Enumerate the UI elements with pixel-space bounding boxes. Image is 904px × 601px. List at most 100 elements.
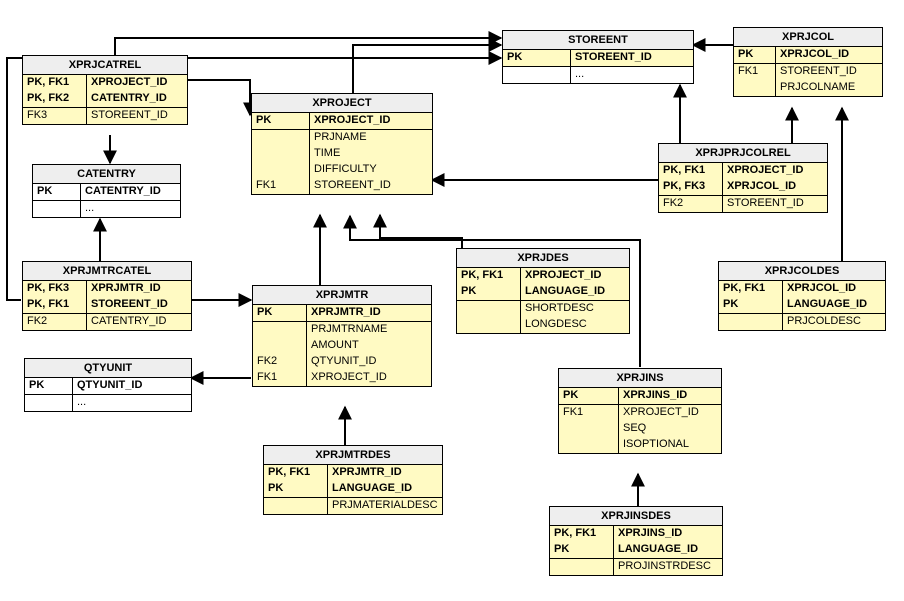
key-col: PK	[264, 481, 328, 497]
field-col: LONGDESC	[521, 317, 629, 333]
field-col: SHORTDESC	[521, 301, 629, 317]
key-col: PK, FK2	[23, 91, 87, 107]
key-col	[719, 314, 783, 330]
field-col: PRJCOLDESC	[783, 314, 885, 330]
key-col: PK	[550, 542, 614, 558]
field-col: XPROJECT_ID	[619, 405, 721, 421]
entity-row: PK, FK1XPRJCOL_ID	[719, 281, 885, 297]
entity-title: STOREENT	[503, 31, 693, 50]
entity-row: FK2STOREENT_ID	[659, 196, 827, 212]
entity-row: PK, FK1STOREENT_ID	[23, 297, 191, 313]
entity-row: FK1XPROJECT_ID	[559, 405, 721, 421]
entity-title: CATENTRY	[33, 165, 180, 184]
entity-row: DIFFICULTY	[252, 162, 432, 178]
key-col: PK	[457, 284, 521, 300]
key-col: PK, FK1	[23, 297, 87, 313]
connector-xprjcatrel-to-xproject	[187, 80, 250, 115]
entity-row: PK, FK1XPRJINS_ID	[550, 526, 722, 542]
key-col: PK	[719, 297, 783, 313]
key-col	[253, 322, 307, 338]
entity-xprjmtr: XPRJMTRPKXPRJMTR_IDPRJMTRNAMEAMOUNTFK2QT…	[252, 285, 432, 387]
field-col: XPROJECT_ID	[310, 113, 432, 129]
key-col: PK	[33, 184, 81, 200]
key-col: PK	[25, 378, 73, 394]
field-col: LANGUAGE_ID	[783, 297, 885, 313]
entity-title: XPRJMTR	[253, 286, 431, 305]
field-col: PRJNAME	[310, 130, 432, 146]
entity-title: XPRJPRJCOLREL	[659, 144, 827, 163]
entity-row: ...	[33, 201, 180, 217]
entity-xprjmtrdes: XPRJMTRDESPK, FK1XPRJMTR_IDPKLANGUAGE_ID…	[263, 445, 443, 515]
field-col: QTYUNIT_ID	[73, 378, 191, 394]
entity-title: XPRJCATREL	[23, 56, 187, 75]
entity-row: FK1STOREENT_ID	[252, 178, 432, 194]
field-col: PROJINSTRDESC	[614, 559, 722, 575]
field-col: XPRJCOL_ID	[723, 179, 827, 195]
key-col	[559, 437, 619, 453]
entity-catentry: CATENTRYPKCATENTRY_ID...	[32, 164, 181, 218]
entity-title: XPRJCOLDES	[719, 262, 885, 281]
field-col: PRJCOLNAME	[776, 80, 882, 96]
field-col: CATENTRY_ID	[81, 184, 180, 200]
entity-row: PKLANGUAGE_ID	[457, 284, 629, 300]
entity-row: PK, FK1XPROJECT_ID	[457, 268, 629, 284]
key-col: FK1	[252, 178, 310, 194]
entity-row: PROJINSTRDESC	[550, 559, 722, 575]
field-col: TIME	[310, 146, 432, 162]
entity-title: XPRJDES	[457, 249, 629, 268]
entity-row: FK1XPROJECT_ID	[253, 370, 431, 386]
entity-title: XPRJCOL	[734, 28, 882, 47]
entity-title: QTYUNIT	[25, 359, 191, 378]
connector-xprjdes-to-xproject	[380, 215, 462, 248]
entity-title: XPRJINS	[559, 369, 721, 388]
entity-row: PRJCOLNAME	[734, 80, 882, 96]
entity-row: PKXPRJMTR_ID	[253, 305, 431, 321]
field-col: XPRJCOL_ID	[783, 281, 885, 297]
entity-xprjmtrcatel: XPRJMTRCATELPK, FK3XPRJMTR_IDPK, FK1STOR…	[22, 261, 192, 331]
key-col: PK, FK1	[264, 465, 328, 481]
field-col: XPROJECT_ID	[723, 163, 827, 179]
entity-row: PKXPROJECT_ID	[252, 113, 432, 129]
key-col: PK, FK3	[23, 281, 87, 297]
key-col: PK, FK1	[719, 281, 783, 297]
entity-row: FK1STOREENT_ID	[734, 64, 882, 80]
entity-xprjins: XPRJINSPKXPRJINS_IDFK1XPROJECT_IDSEQISOP…	[558, 368, 722, 454]
key-col	[457, 301, 521, 317]
key-col: PK	[503, 50, 571, 66]
entity-row: SHORTDESC	[457, 301, 629, 317]
key-col: PK	[252, 113, 310, 129]
entity-row: PRJMATERIALDESC	[264, 498, 442, 514]
key-col: FK3	[23, 108, 87, 124]
field-col: XPROJECT_ID	[307, 370, 431, 386]
field-col: CATENTRY_ID	[87, 91, 187, 107]
key-col	[33, 201, 81, 217]
key-col	[457, 317, 521, 333]
field-col: XPRJCOL_ID	[776, 47, 882, 63]
field-col: QTYUNIT_ID	[307, 354, 431, 370]
key-col: FK1	[253, 370, 307, 386]
entity-row: AMOUNT	[253, 338, 431, 354]
entity-qtyunit: QTYUNITPKQTYUNIT_ID...	[24, 358, 192, 412]
field-col: LANGUAGE_ID	[328, 481, 442, 497]
key-col: FK2	[23, 314, 87, 330]
entity-title: XPRJMTRDES	[264, 446, 442, 465]
field-col: PRJMATERIALDESC	[328, 498, 442, 514]
field-col: XPRJMTR_ID	[87, 281, 191, 297]
entity-row: SEQ	[559, 421, 721, 437]
field-col: XPROJECT_ID	[87, 75, 187, 91]
field-col: STOREENT_ID	[571, 50, 693, 66]
entity-xprjinsdes: XPRJINSDESPK, FK1XPRJINS_IDPKLANGUAGE_ID…	[549, 506, 723, 576]
field-col: STOREENT_ID	[723, 196, 827, 212]
entity-title: XPRJMTRCATEL	[23, 262, 191, 281]
entity-row: PK, FK1XPROJECT_ID	[659, 163, 827, 179]
key-col: PK	[559, 388, 619, 404]
field-col: XPRJINS_ID	[614, 526, 722, 542]
field-col: SEQ	[619, 421, 721, 437]
field-col: AMOUNT	[307, 338, 431, 354]
erd-canvas: STOREENTPKSTOREENT_ID...XPRJCOLPKXPRJCOL…	[0, 0, 904, 601]
field-col: LANGUAGE_ID	[521, 284, 629, 300]
key-col	[25, 395, 73, 411]
entity-row: PKXPRJCOL_ID	[734, 47, 882, 63]
field-col: XPRJMTR_ID	[328, 465, 442, 481]
key-col: PK, FK1	[23, 75, 87, 91]
